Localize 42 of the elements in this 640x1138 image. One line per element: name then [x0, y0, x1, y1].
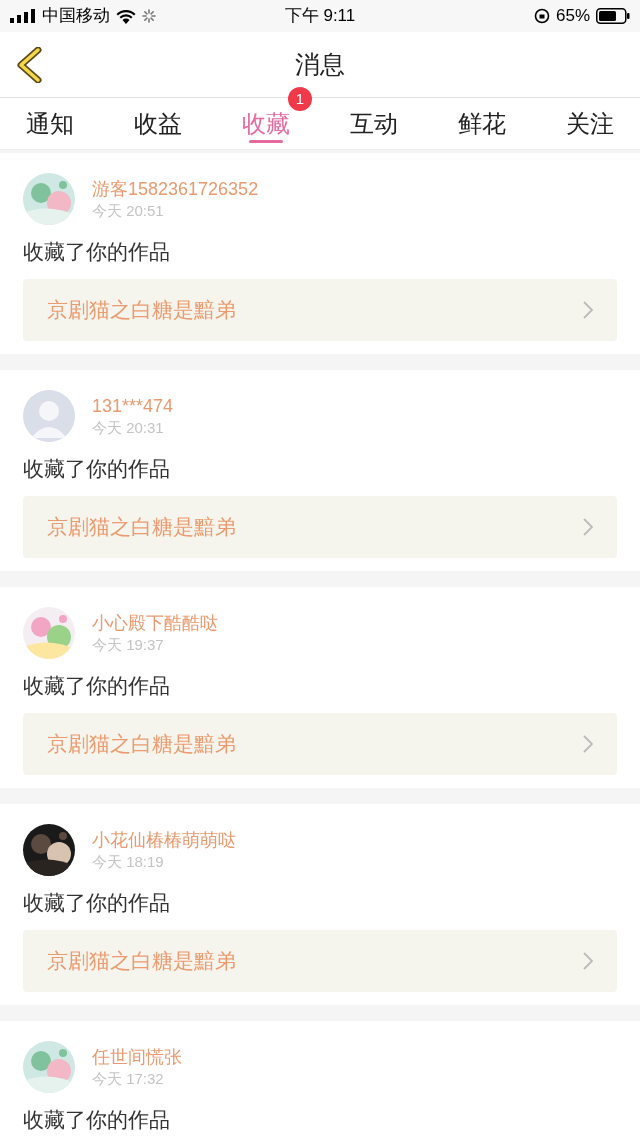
back-icon — [16, 47, 42, 83]
message-text: 收藏了你的作品 — [23, 456, 171, 482]
page-title: 消息 — [295, 48, 345, 80]
signal-icon — [10, 9, 36, 23]
tab[interactable]: 收藏 — [242, 98, 290, 149]
avatar-icon — [23, 390, 75, 442]
user-name[interactable]: 游客1582361726352 — [92, 177, 259, 201]
rotation-lock-icon — [533, 8, 550, 24]
message-time: 今天 20:31 — [92, 418, 165, 438]
message-time: 今天 19:37 — [92, 635, 165, 655]
work-link[interactable]: 京剧猫之白糖是黯弟 — [23, 279, 617, 341]
user-name[interactable]: 任世间慌张 — [92, 1045, 182, 1069]
message-text: 收藏了你的作品 — [23, 1107, 171, 1133]
loading-icon — [142, 9, 156, 23]
message-time: 今天 18:19 — [92, 852, 165, 872]
chevron-right-icon — [583, 518, 593, 536]
chevron-right-icon — [583, 735, 593, 753]
tab[interactable]: 鲜花 — [458, 98, 506, 149]
chevron-right-icon — [583, 301, 593, 319]
battery-percent: 65% — [555, 5, 590, 28]
message-time: 今天 20:51 — [92, 201, 165, 221]
message-text: 收藏了你的作品 — [23, 239, 171, 265]
tab[interactable]: 互动 — [350, 98, 398, 149]
message-text: 收藏了你的作品 — [23, 673, 171, 699]
tab[interactable]: 通知 — [26, 98, 74, 149]
clock: 下午 9:11 — [284, 5, 356, 28]
carrier-name: 中国移动 — [42, 5, 110, 28]
user-name[interactable]: 小花仙椿椿萌萌哒 — [92, 828, 236, 852]
user-name[interactable]: 131***474 — [92, 394, 174, 418]
message-text: 收藏了你的作品 — [23, 890, 171, 916]
wifi-icon — [116, 8, 136, 24]
tab-underline — [249, 140, 283, 143]
work-link[interactable]: 京剧猫之白糖是黯弟 — [23, 496, 617, 558]
work-link[interactable]: 京剧猫之白糖是黯弟 — [23, 713, 617, 775]
unread-count: 1 — [288, 87, 312, 111]
work-link[interactable]: 京剧猫之白糖是黯弟 — [23, 930, 617, 992]
message-time: 今天 17:32 — [92, 1069, 165, 1089]
user-name[interactable]: 小心殿下酷酷哒 — [92, 611, 218, 635]
battery-icon — [596, 8, 630, 24]
tab[interactable]: 收益 — [134, 98, 182, 149]
chevron-right-icon — [583, 952, 593, 970]
tab[interactable]: 关注 — [566, 98, 614, 149]
